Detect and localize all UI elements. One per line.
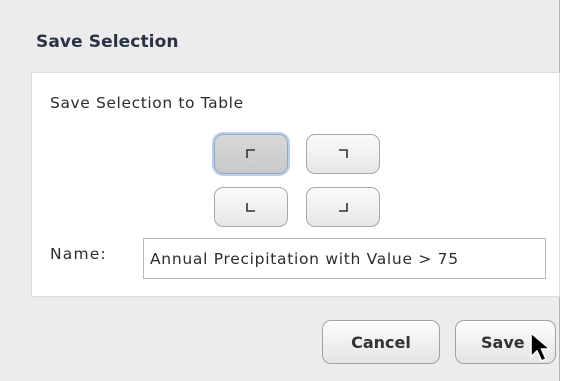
name-label: Name:	[50, 245, 107, 263]
cancel-button[interactable]: Cancel	[322, 320, 440, 364]
top-left-corner-button[interactable]	[214, 134, 288, 174]
save-selection-panel: Save Selection to Table Name:	[31, 72, 560, 297]
name-input[interactable]	[143, 238, 546, 279]
top-left-corner-icon	[246, 149, 255, 158]
bottom-left-corner-icon	[246, 203, 255, 212]
arrow-cursor-icon	[530, 332, 551, 362]
dialog-title: Save Selection	[36, 32, 179, 52]
bottom-left-corner-button[interactable]	[214, 187, 288, 227]
top-right-corner-button[interactable]	[306, 134, 380, 174]
panel-heading: Save Selection to Table	[50, 94, 244, 112]
save-selection-dialog: Save Selection Save Selection to Table N…	[0, 0, 560, 381]
bottom-right-corner-button[interactable]	[306, 187, 380, 227]
top-right-corner-icon	[339, 149, 348, 158]
bottom-right-corner-icon	[339, 203, 348, 212]
